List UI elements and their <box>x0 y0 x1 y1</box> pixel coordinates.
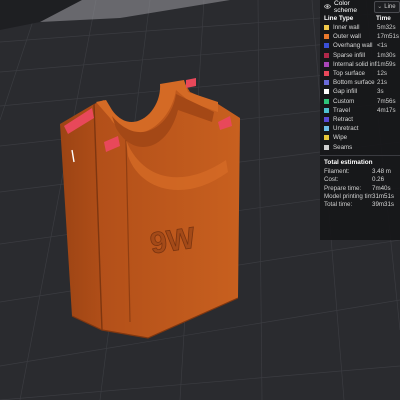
legend-divider <box>320 154 400 156</box>
color-swatch-icon <box>324 80 329 86</box>
legend-row[interactable]: Travel 4m17s <box>320 106 400 115</box>
legend-row[interactable]: Top surface 12s <box>320 69 400 78</box>
legend-row-label: Unretract <box>333 125 359 133</box>
legend-row-time: 7m56s <box>377 97 396 105</box>
color-scheme-dropdown[interactable]: ⌄ Line <box>374 0 400 13</box>
estimation-key: Total time: <box>324 200 353 208</box>
estimation-title: Total estimation <box>324 158 373 166</box>
estimation-row: Cost: 0.26 <box>320 176 400 184</box>
legend-row[interactable]: Retract <box>320 115 400 124</box>
legend-row-time: 1m30s <box>377 51 396 59</box>
legend-row-label: Sparse infill <box>333 51 365 59</box>
color-scheme-value: Line <box>384 3 396 10</box>
legend-row-time: 12s <box>377 70 387 78</box>
legend-columns: Line Type Time <box>320 13 400 23</box>
sliced-model[interactable]: 9W <box>60 78 240 339</box>
color-swatch-icon <box>324 107 329 113</box>
estimation-key: Prepare time: <box>324 184 362 192</box>
embossed-text: 9W <box>148 222 198 261</box>
legend-row[interactable]: Inner wall 5m32s <box>320 23 400 32</box>
legend-row[interactable]: Wipe <box>320 133 400 142</box>
legend-row-time: 21s <box>377 79 387 87</box>
legend-row[interactable]: Internal solid infill 1m59s <box>320 60 400 69</box>
legend-row-time: 5m32s <box>377 24 396 32</box>
legend-row[interactable]: Outer wall 17m51s <box>320 32 400 41</box>
estimation-row: Prepare time: 7m40s <box>320 184 400 192</box>
color-swatch-icon <box>324 43 329 49</box>
estimation-value: 31m51s <box>372 192 395 200</box>
estimation-row: Total time: 39m31s <box>320 200 400 208</box>
color-swatch-icon <box>324 52 329 58</box>
legend-row-label: Gap infill <box>333 88 358 96</box>
color-swatch-icon <box>324 126 329 132</box>
color-swatch-icon <box>324 144 329 150</box>
estimation-key: Model printing time: <box>324 192 372 200</box>
legend-row-time: 17m51s <box>377 33 400 41</box>
legend-row-label: Travel <box>333 106 350 114</box>
legend-row-label: Internal solid infill <box>333 60 377 68</box>
legend-row[interactable]: Gap infill 3s <box>320 87 400 96</box>
legend-row-label: Overhang wall <box>333 42 373 50</box>
estimation-value: 7m40s <box>372 184 391 192</box>
color-swatch-icon <box>324 61 329 67</box>
legend-row-label: Top surface <box>333 70 365 78</box>
legend-row[interactable]: Overhang wall <1s <box>320 41 400 50</box>
legend-row-label: Seams <box>333 143 353 151</box>
color-swatch-icon <box>324 135 329 141</box>
color-swatch-icon <box>324 98 329 104</box>
legend-panel: Color scheme ⌄ Line Line Type Time Inner… <box>320 0 400 240</box>
color-swatch-icon <box>324 71 329 77</box>
eye-icon[interactable] <box>324 3 331 10</box>
legend-row-label: Inner wall <box>333 24 360 32</box>
legend-row-time: 1m59s <box>377 60 396 68</box>
estimation-row: Model printing time:31m51s <box>320 192 400 200</box>
legend-row[interactable]: Bottom surface 21s <box>320 78 400 87</box>
estimation-value: 39m31s <box>372 200 395 208</box>
estimation-key: Cost: <box>324 176 339 184</box>
legend-row-time: 4m17s <box>377 106 396 114</box>
column-line-type: Line Type <box>324 14 354 22</box>
color-swatch-icon <box>324 25 329 31</box>
legend-row-time: 3s <box>377 88 384 96</box>
color-swatch-icon <box>324 89 329 95</box>
legend-row[interactable]: Sparse infill 1m30s <box>320 51 400 60</box>
estimation-key: Filament: <box>324 168 350 176</box>
legend-row-label: Outer wall <box>333 33 361 41</box>
chevron-down-icon: ⌄ <box>377 4 383 10</box>
estimation-value: 0.26 <box>372 176 385 184</box>
estimation-value: 3.48 m <box>372 168 391 176</box>
color-scheme-label: Color scheme <box>333 0 358 14</box>
estimation-list: Filament: 3.48 m Cost: 0.26 Prepare time: 7m4… <box>320 168 400 209</box>
legend-header: Color scheme ⌄ Line <box>320 0 400 14</box>
column-time: Time <box>376 14 391 22</box>
legend-row-label: Bottom surface <box>333 79 375 87</box>
legend-row[interactable]: Unretract <box>320 124 400 133</box>
estimation-row: Filament: 3.48 m <box>320 168 400 176</box>
color-swatch-icon <box>324 116 329 122</box>
color-swatch-icon <box>324 34 329 40</box>
legend-row-label: Custom <box>333 97 355 105</box>
legend-list: Inner wall 5m32s Outer wall 17m51s Overhang … <box>320 23 400 152</box>
legend-row-time: <1s <box>377 42 388 50</box>
legend-row[interactable]: Seams <box>320 142 400 151</box>
legend-row-label: Retract <box>333 115 353 123</box>
legend-row-label: Wipe <box>333 134 348 142</box>
legend-row[interactable]: Custom 7m56s <box>320 97 400 106</box>
